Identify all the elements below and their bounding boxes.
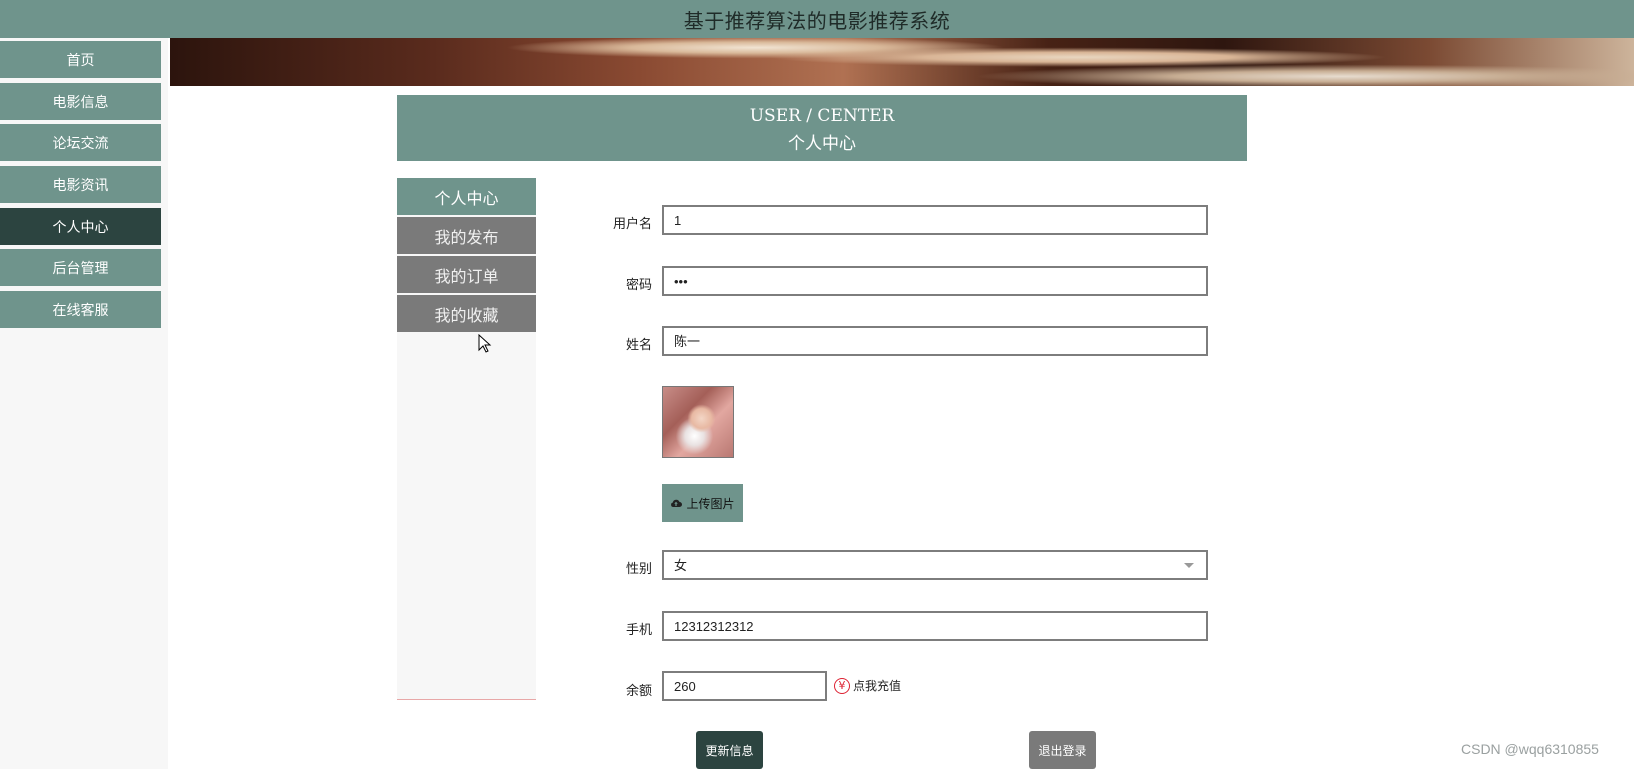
section-title-en: USER / CENTER (749, 106, 895, 126)
balance-input[interactable]: 260 (662, 671, 827, 701)
yen-icon: ¥ (834, 677, 850, 694)
username-input[interactable]: 1 (662, 205, 1208, 235)
username-label: 用户名 (612, 217, 652, 232)
password-label: 密码 (625, 278, 652, 293)
chevron-down-icon (1184, 563, 1194, 568)
sidebar-item-home[interactable]: 首页 (0, 41, 161, 78)
subnav-item-label: 我的发布 (434, 227, 499, 247)
sidebar-item-movies[interactable]: 电影信息 (0, 83, 161, 120)
banner-image (170, 38, 1634, 86)
avatar-image (662, 386, 734, 458)
gender-label: 性别 (625, 562, 652, 577)
subnav-item-my-posts[interactable]: 我的发布 (397, 217, 536, 254)
update-info-button[interactable]: 更新信息 (696, 731, 763, 769)
name-value: 陈一 (674, 334, 701, 349)
subnav-item-label: 个人中心 (434, 188, 499, 208)
phone-input[interactable]: 12312312312 (662, 611, 1208, 641)
sidebar-item-label: 后台管理 (52, 260, 109, 277)
sidebar: 首页 电影信息 论坛交流 电影资讯 个人中心 后台管理 在线客服 (0, 38, 168, 769)
subnav-item-user-center[interactable]: 个人中心 (397, 178, 536, 215)
logout-button-label: 退出登录 (1038, 743, 1087, 758)
name-label: 姓名 (625, 338, 652, 353)
sidebar-item-label: 个人中心 (52, 219, 109, 236)
watermark: CSDN @wqq6310855 (1461, 741, 1599, 757)
app-title: 基于推荐算法的电影推荐系统 (683, 8, 951, 33)
password-value: ••• (674, 274, 688, 289)
section-title-cn: 个人中心 (788, 134, 856, 154)
subnav-item-my-orders[interactable]: 我的订单 (397, 256, 536, 293)
logout-button[interactable]: 退出登录 (1029, 731, 1096, 769)
name-input[interactable]: 陈一 (662, 326, 1208, 356)
user-subnav: 个人中心 我的发布 我的订单 我的收藏 (397, 178, 536, 700)
phone-label: 手机 (625, 623, 652, 638)
sidebar-item-label: 电影信息 (52, 94, 109, 111)
gender-select[interactable]: 女 (662, 550, 1208, 580)
subnav-item-my-favorites[interactable]: 我的收藏 (397, 295, 536, 332)
recharge-link[interactable]: ¥ 点我充值 (834, 677, 901, 694)
gender-value: 女 (674, 558, 688, 573)
sidebar-item-admin[interactable]: 后台管理 (0, 249, 161, 286)
username-value: 1 (674, 213, 682, 228)
sidebar-item-label: 论坛交流 (52, 135, 109, 152)
recharge-label: 点我充值 (853, 679, 902, 693)
section-header: USER / CENTER 个人中心 (397, 95, 1247, 161)
update-button-label: 更新信息 (705, 743, 754, 758)
sidebar-item-label: 电影资讯 (52, 177, 109, 194)
top-bar: 基于推荐算法的电影推荐系统 (0, 0, 1634, 38)
mouse-cursor-icon (478, 334, 492, 353)
balance-label: 余额 (625, 684, 652, 699)
sidebar-item-label: 首页 (66, 52, 95, 69)
balance-value: 260 (674, 679, 696, 694)
password-input[interactable]: ••• (662, 266, 1208, 296)
sidebar-item-support[interactable]: 在线客服 (0, 291, 161, 328)
sidebar-item-forum[interactable]: 论坛交流 (0, 124, 161, 161)
phone-value: 12312312312 (674, 619, 754, 634)
upload-button-label: 上传图片 (686, 496, 735, 511)
subnav-item-label: 我的收藏 (434, 305, 499, 325)
sidebar-item-user-center[interactable]: 个人中心 (0, 208, 161, 245)
sidebar-item-label: 在线客服 (52, 302, 109, 319)
sidebar-item-news[interactable]: 电影资讯 (0, 166, 161, 203)
upload-image-button[interactable]: 上传图片 (662, 484, 743, 522)
subnav-item-label: 我的订单 (434, 266, 499, 286)
cloud-upload-icon (671, 499, 683, 507)
